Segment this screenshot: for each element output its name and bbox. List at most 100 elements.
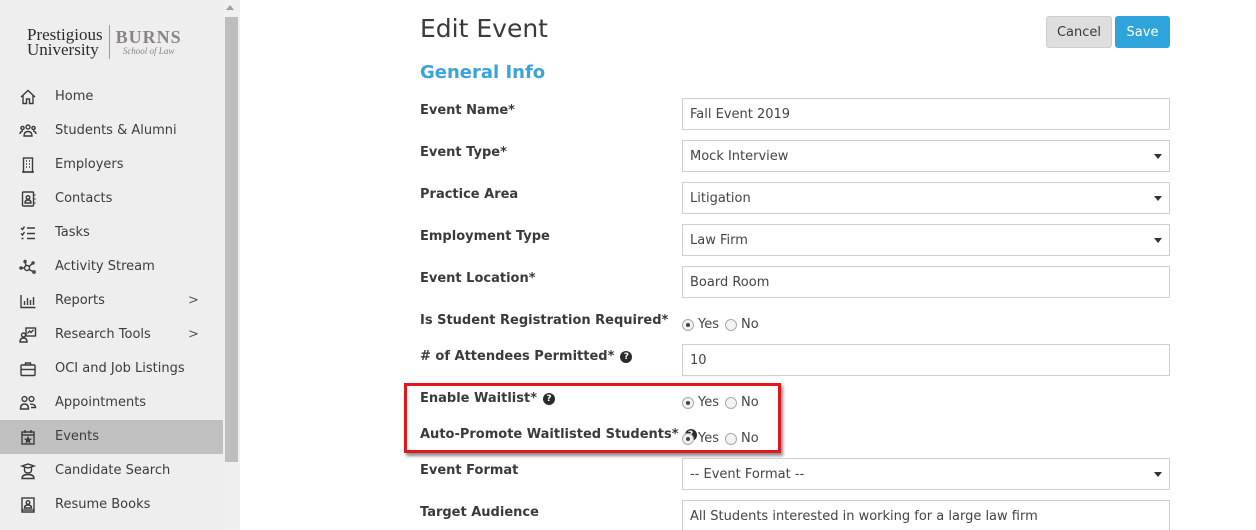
bar-chart-icon [18, 292, 38, 310]
sidebar-item-label: Reports [55, 293, 105, 308]
logo-school-name: BURNS [115, 26, 182, 47]
sidebar-item-contacts[interactable]: Contacts [0, 182, 223, 216]
dropdown-caret-icon [1154, 238, 1162, 243]
save-button[interactable]: Save [1115, 16, 1170, 48]
briefcase-icon [18, 360, 38, 378]
sidebar-item-label: Events [55, 429, 100, 444]
event-type-select[interactable]: Mock Interview [682, 140, 1170, 172]
event-location-input[interactable]: Board Room [682, 266, 1170, 298]
target-audience-label-text: Target Audience [420, 505, 539, 520]
sidebar-item-oci-job-listings[interactable]: OCI and Job Listings [0, 352, 223, 386]
sidebar: Prestigious University BURNS School of L… [0, 0, 223, 530]
employment-type-select[interactable]: Law Firm [682, 224, 1170, 256]
employment-type-label-text: Employment Type [420, 229, 550, 244]
sidebar-item-resume-books[interactable]: Resume Books [0, 488, 223, 522]
practice-area-label-text: Practice Area [420, 187, 519, 202]
sidebar-item-students-alumni[interactable]: Students & Alumni [0, 114, 223, 148]
event-format-label-text: Event Format [420, 463, 519, 478]
event-name-input[interactable]: Fall Event 2019 [682, 98, 1170, 130]
network-nodes-icon [18, 258, 38, 276]
sidebar-item-research-tools[interactable]: Research Tools > [0, 318, 223, 352]
two-people-icon [18, 394, 38, 412]
logo-school-sub: School of Law [122, 45, 175, 56]
sidebar-item-employers[interactable]: Employers [0, 148, 223, 182]
task-list-icon [18, 224, 38, 242]
attendees-permitted-label-text: # of Attendees Permitted* [420, 349, 615, 364]
dropdown-caret-icon [1154, 196, 1162, 201]
student-registration-yes-radio[interactable] [682, 318, 694, 331]
sidebar-item-activity-stream[interactable]: Activity Stream [0, 250, 223, 284]
event-format-select[interactable]: -- Event Format -- [682, 458, 1170, 490]
attendees-permitted-input[interactable]: 10 [682, 344, 1170, 376]
practice-area-select[interactable]: Litigation [682, 182, 1170, 214]
student-registration-no-radio[interactable] [725, 318, 737, 331]
sidebar-item-label: Activity Stream [55, 259, 155, 274]
sidebar-item-label: Home [55, 89, 94, 104]
logo-school: BURNS School of Law [116, 28, 182, 57]
chevron-right-icon[interactable]: > [188, 293, 199, 308]
cancel-button[interactable]: Cancel [1046, 16, 1112, 48]
employment-type-label: Employment Type [420, 229, 550, 244]
scroll-up-arrow-icon[interactable] [226, 5, 234, 10]
sidebar-item-reports[interactable]: Reports > [0, 284, 223, 318]
people-group-icon [18, 122, 38, 140]
research-chart-user-icon [18, 326, 38, 344]
sidebar-item-label: Contacts [55, 191, 113, 206]
event-type-value: Mock Interview [690, 148, 789, 164]
event-location-label: Event Location* [420, 271, 536, 286]
radio-label-yes[interactable]: Yes [698, 317, 719, 332]
scrollbar-thumb[interactable] [225, 17, 238, 462]
event-name-label-text: Event Name* [420, 103, 515, 118]
dropdown-caret-icon [1154, 472, 1162, 477]
sidebar-item-label: Tasks [55, 225, 90, 240]
target-audience-label: Target Audience [420, 505, 539, 520]
sidebar-item-home[interactable]: Home [0, 80, 223, 114]
event-format-label: Event Format [420, 463, 518, 478]
target-audience-input[interactable]: All Students interested in working for a… [682, 500, 1170, 530]
sidebar-item-tasks[interactable]: Tasks [0, 216, 223, 250]
radio-label-no[interactable]: No [741, 317, 759, 332]
page-title: Edit Event [420, 14, 548, 43]
sidebar-item-label: OCI and Job Listings [55, 361, 185, 376]
resume-book-icon [18, 496, 38, 514]
attendees-permitted-value: 10 [690, 352, 707, 368]
waitlist-highlight-box [404, 383, 781, 453]
home-icon [18, 88, 38, 106]
event-type-label: Event Type* [420, 145, 507, 160]
employment-type-value: Law Firm [690, 232, 748, 248]
student-registration-radio-group: Yes No [682, 317, 765, 332]
sidebar-item-events[interactable]: Events [0, 420, 223, 454]
event-name-value: Fall Event 2019 [690, 106, 791, 122]
sidebar-item-label: Appointments [55, 395, 147, 410]
event-name-label: Event Name* [420, 103, 515, 118]
sidebar-item-label: Candidate Search [55, 463, 171, 478]
university-logo[interactable]: Prestigious University BURNS School of L… [27, 24, 182, 60]
event-location-value: Board Room [690, 274, 770, 290]
student-registration-label-text: Is Student Registration Required* [420, 313, 669, 328]
sidebar-item-candidate-search[interactable]: Candidate Search [0, 454, 223, 488]
sidebar-item-label: Employers [55, 157, 124, 172]
calendar-star-icon [18, 428, 38, 446]
sidebar-item-appointments[interactable]: Appointments [0, 386, 223, 420]
sidebar-item-label: Resume Books [55, 497, 151, 512]
contact-book-icon [18, 190, 38, 208]
attendees-permitted-label: # of Attendees Permitted*? [420, 349, 633, 364]
graduate-icon [18, 462, 38, 480]
dropdown-caret-icon [1154, 154, 1162, 159]
help-question-icon[interactable]: ? [620, 350, 633, 363]
practice-area-label: Practice Area [420, 187, 518, 202]
section-title-general-info: General Info [420, 62, 546, 83]
event-format-value: -- Event Format -- [690, 466, 805, 482]
practice-area-value: Litigation [690, 190, 751, 206]
sidebar-item-label: Students & Alumni [55, 123, 177, 138]
event-location-label-text: Event Location* [420, 271, 536, 286]
chevron-right-icon[interactable]: > [188, 327, 199, 342]
event-type-label-text: Event Type* [420, 145, 507, 160]
sidebar-item-label: Research Tools [55, 327, 151, 342]
logo-divider [108, 25, 110, 59]
main-content: Edit Event Cancel Save General Info Even… [240, 0, 1256, 530]
student-registration-label: Is Student Registration Required* [420, 313, 668, 328]
sidebar-nav: Home Students & Alumni Employers Contact… [0, 80, 223, 522]
building-icon [18, 156, 38, 174]
target-audience-value: All Students interested in working for a… [690, 508, 1038, 524]
